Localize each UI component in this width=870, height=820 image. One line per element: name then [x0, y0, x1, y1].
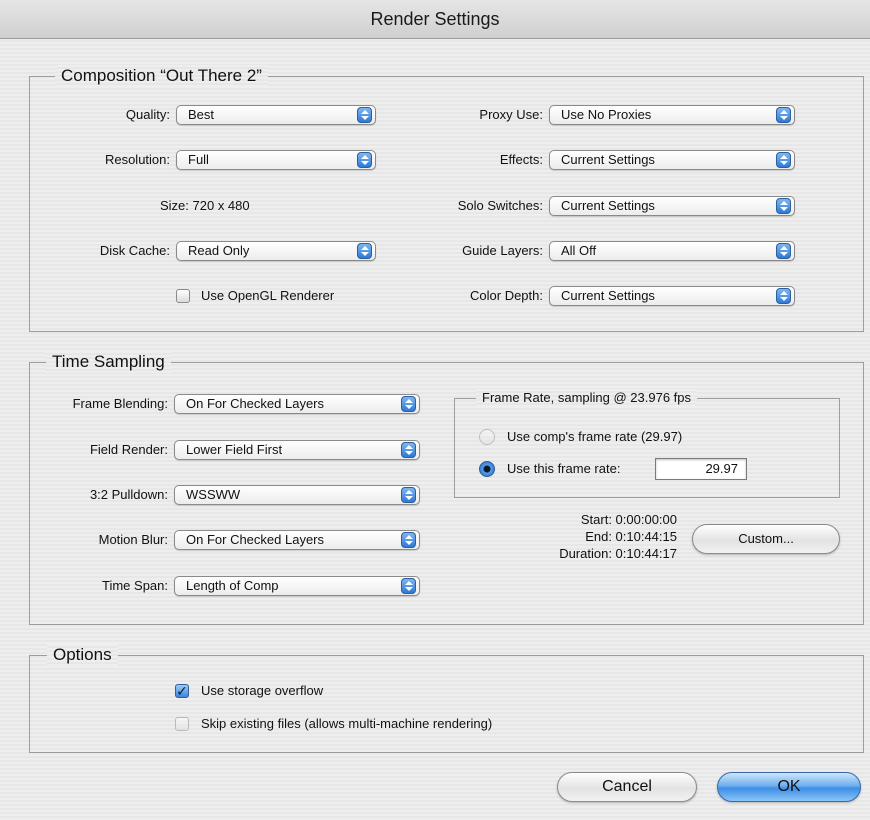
popup-arrows-icon — [776, 152, 791, 168]
color-depth-popup[interactable]: Current Settings — [549, 286, 795, 306]
time-span-label: Time Span: — [102, 578, 168, 593]
opengl-checkbox[interactable] — [176, 289, 190, 303]
proxy-use-label: Proxy Use: — [479, 107, 543, 122]
this-rate-label: Use this frame rate: — [507, 461, 621, 476]
ok-button[interactable]: OK — [717, 772, 861, 802]
popup-arrows-icon — [357, 243, 372, 259]
pulldown-popup[interactable]: WSSWW — [174, 485, 420, 505]
disk-cache-label: Disk Cache: — [99, 243, 170, 258]
popup-arrows-icon — [776, 288, 791, 304]
time-sampling-legend: Time Sampling — [46, 351, 171, 373]
disk-cache-popup[interactable]: Read Only — [176, 241, 376, 261]
disk-cache-value: Read Only — [188, 243, 250, 258]
solo-switches-value: Current Settings — [561, 198, 655, 213]
frame-blending-popup[interactable]: On For Checked Layers — [174, 394, 420, 414]
resolution-label: Resolution: — [104, 152, 170, 167]
duration-text: Duration: 0:10:44:17 — [559, 546, 677, 561]
size-text: Size: 720 x 480 — [160, 198, 250, 213]
proxy-use-popup[interactable]: Use No Proxies — [549, 105, 795, 125]
color-depth-label: Color Depth: — [470, 288, 543, 303]
motion-blur-label: Motion Blur: — [98, 532, 168, 547]
window-title: Render Settings — [370, 9, 500, 29]
cancel-button[interactable]: Cancel — [557, 772, 697, 802]
effects-label: Effects: — [499, 152, 543, 167]
resolution-popup[interactable]: Full — [176, 150, 376, 170]
popup-arrows-icon — [776, 198, 791, 214]
effects-popup[interactable]: Current Settings — [549, 150, 795, 170]
quality-value: Best — [188, 107, 215, 122]
options-group — [29, 655, 864, 753]
title-bar: Render Settings — [0, 0, 870, 39]
comp-rate-label: Use comp's frame rate (29.97) — [507, 429, 683, 444]
comp-rate-radio[interactable] — [479, 429, 495, 445]
frame-rate-legend: Frame Rate, sampling @ 23.976 fps — [476, 389, 698, 407]
skip-existing-checkbox[interactable] — [175, 717, 189, 731]
popup-arrows-icon — [401, 442, 416, 458]
color-depth-value: Current Settings — [561, 288, 655, 303]
quality-label: Quality: — [125, 107, 170, 122]
solo-switches-popup[interactable]: Current Settings — [549, 196, 795, 216]
popup-arrows-icon — [776, 107, 791, 123]
solo-switches-label: Solo Switches: — [457, 198, 543, 213]
frame-rate-field[interactable]: 29.97 — [655, 458, 747, 480]
quality-popup[interactable]: Best — [176, 105, 376, 125]
field-render-popup[interactable]: Lower Field First — [174, 440, 420, 460]
time-span-value: Length of Comp — [186, 578, 279, 593]
storage-overflow-label: Use storage overflow — [201, 683, 324, 698]
opengl-label: Use OpenGL Renderer — [201, 288, 335, 303]
motion-blur-value: On For Checked Layers — [186, 532, 325, 547]
popup-arrows-icon — [401, 532, 416, 548]
this-rate-radio[interactable] — [479, 461, 495, 477]
pulldown-label: 3:2 Pulldown: — [89, 487, 168, 502]
composition-legend: Composition “Out There 2” — [55, 65, 268, 87]
popup-arrows-icon — [401, 396, 416, 412]
effects-value: Current Settings — [561, 152, 655, 167]
proxy-use-value: Use No Proxies — [561, 107, 652, 122]
guide-layers-value: All Off — [561, 243, 597, 258]
popup-arrows-icon — [401, 578, 416, 594]
popup-arrows-icon — [401, 487, 416, 503]
skip-existing-label: Skip existing files (allows multi-machin… — [201, 716, 493, 731]
field-render-value: Lower Field First — [186, 442, 283, 457]
frame-blending-value: On For Checked Layers — [186, 396, 325, 411]
storage-overflow-checkbox[interactable]: ✓ — [175, 684, 189, 698]
frame-rate-group — [454, 398, 840, 498]
frame-blending-label: Frame Blending: — [72, 396, 168, 411]
guide-layers-popup[interactable]: All Off — [549, 241, 795, 261]
custom-button[interactable]: Custom... — [692, 524, 840, 554]
popup-arrows-icon — [776, 243, 791, 259]
popup-arrows-icon — [357, 107, 372, 123]
pulldown-value: WSSWW — [186, 487, 241, 502]
popup-arrows-icon — [357, 152, 372, 168]
options-legend: Options — [47, 644, 118, 666]
field-render-label: Field Render: — [89, 442, 168, 457]
resolution-value: Full — [188, 152, 209, 167]
motion-blur-popup[interactable]: On For Checked Layers — [174, 530, 420, 550]
time-span-popup[interactable]: Length of Comp — [174, 576, 420, 596]
guide-layers-label: Guide Layers: — [462, 243, 543, 258]
